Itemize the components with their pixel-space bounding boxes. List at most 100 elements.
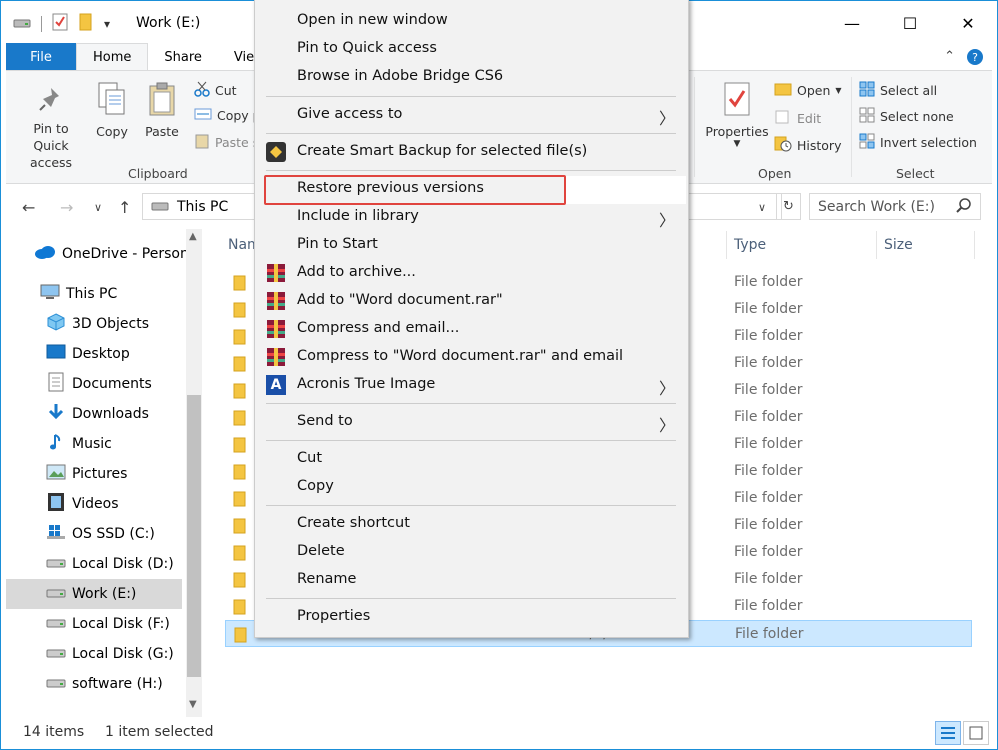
open-button[interactable]: Open ▼ [774,81,842,100]
tab-share[interactable]: Share [148,43,218,71]
large-icons-view-button[interactable] [963,721,989,745]
search-input[interactable]: Search Work (E:) [809,193,981,220]
menu-item-give-access[interactable]: Give access to 〉 [256,101,687,129]
tab-file[interactable]: File [6,43,76,71]
menu-item-browse-bridge[interactable]: Browse in Adobe Bridge CS6 [256,63,687,91]
address-path[interactable]: This PC [177,199,228,215]
back-button[interactable]: ← [22,198,35,217]
menu-item-compress-rar-email[interactable]: Compress to "Word document.rar" and emai… [256,343,687,371]
folder-icon [233,383,247,403]
file-type: File folder [734,355,803,371]
new-folder-icon[interactable] [78,13,94,35]
menu-item-create-shortcut[interactable]: Create shortcut [256,510,687,538]
smart-backup-icon [266,142,286,162]
minimize-button[interactable]: — [823,1,881,45]
menu-item-label: Include in library [297,208,419,224]
paste-shortcut-button[interactable]: Paste s [194,133,259,152]
cut-button[interactable]: Cut [194,81,237,100]
paste-shortcut-label: Paste s [215,135,260,150]
menu-separator [266,440,676,441]
menu-item-properties[interactable]: Properties [256,603,687,631]
menu-item-include-library[interactable]: Include in library 〉 [256,203,687,231]
file-type: File folder [734,409,803,425]
desktop-icon [46,343,66,365]
menu-item-pin-start[interactable]: Pin to Start [256,231,687,259]
forward-button[interactable]: → [60,198,73,217]
up-button[interactable]: ↑ [118,198,131,217]
menu-item-label: Acronis True Image [297,376,436,392]
column-header-type[interactable]: Type [734,231,766,259]
computer-icon [40,284,60,304]
properties-icon [704,81,770,120]
ribbon-right-controls: ⌃ ? [944,49,983,65]
quick-access-toolbar: ▾ [13,13,110,35]
drive-icon[interactable] [13,15,31,33]
context-menu: Open in new window Pin to Quick access B… [254,0,689,638]
properties-label: Properties [705,124,769,139]
tab-home[interactable]: Home [76,43,149,71]
qat-dropdown-icon[interactable]: ▾ [104,17,110,31]
maximize-button[interactable]: ☐ [881,1,939,45]
menu-item-cut[interactable]: Cut [256,445,687,473]
address-dropdown-button[interactable]: ∨ [758,201,766,214]
menu-item-copy[interactable]: Copy [256,473,687,501]
properties-button[interactable]: Properties ▼ [704,81,770,149]
download-icon [46,402,66,426]
chevron-down-icon: ▼ [733,139,741,149]
drive-icon [46,555,66,573]
select-none-button[interactable]: Select none [859,107,954,126]
menu-hover-extension [566,176,686,204]
menu-item-delete[interactable]: Delete [256,538,687,566]
copy-path-button[interactable]: Copy p [194,107,261,124]
invert-selection-button[interactable]: Invert selection [859,133,977,152]
file-type: File folder [734,598,803,614]
menu-item-send-to[interactable]: Send to 〉 [256,408,687,436]
column-header-size[interactable]: Size [884,231,913,259]
menu-item-rename[interactable]: Rename [256,566,687,594]
file-type: File folder [734,544,803,560]
properties-check-icon[interactable] [52,13,68,35]
nav-item-work-e[interactable]: Work (E:) [6,579,182,609]
menu-item-pin-quick-access[interactable]: Pin to Quick access [256,35,687,63]
menu-item-smart-backup[interactable]: Create Smart Backup for selected file(s) [256,138,687,166]
menu-item-label: Open in new window [297,12,448,28]
edit-label: Edit [797,111,822,126]
refresh-button[interactable]: ↻ [776,193,801,220]
paste-button[interactable]: Paste [142,81,182,139]
paste-icon [142,81,182,120]
menu-separator [266,598,676,599]
select-all-button[interactable]: Select all [859,81,937,100]
menu-separator [266,403,676,404]
file-type: File folder [734,301,803,317]
menu-item-compress-email[interactable]: Compress and email... [256,315,687,343]
scroll-down-icon[interactable]: ▼ [189,699,197,710]
nav-item-label: Local Disk (G:) [72,646,174,662]
edit-button[interactable]: Edit [774,109,821,128]
recent-locations-button[interactable]: ∨ [94,201,102,214]
nav-item-label: 3D Objects [72,316,150,332]
invert-selection-icon [859,133,875,152]
details-view-button[interactable] [935,721,961,745]
search-icon [956,198,972,218]
scrollbar-thumb[interactable] [187,395,201,677]
pin-quick-access-button[interactable]: Pin to Quick access [14,85,88,171]
history-button[interactable]: History [774,135,841,156]
menu-item-open-new-window[interactable]: Open in new window [256,7,687,35]
menu-item-label: Compress and email... [297,320,460,336]
drive-icon [46,675,66,693]
nav-pane-scrollbar[interactable]: ▲ ▼ [186,229,202,717]
close-button[interactable]: ✕ [939,1,997,45]
nav-item-onedrive[interactable]: OneDrive - Person [34,239,210,269]
menu-item-add-archive[interactable]: Add to archive... [256,259,687,287]
copy-button[interactable]: Copy [92,81,132,139]
ribbon-tabs: File Home Share View [6,43,281,71]
ribbon-expand-button[interactable]: ⌃ [944,49,955,65]
menu-item-add-rar[interactable]: Add to "Word document.rar" [256,287,687,315]
folder-icon [233,545,247,565]
menu-item-acronis[interactable]: A Acronis True Image 〉 [256,371,687,399]
help-icon[interactable]: ? [967,49,983,65]
column-separator [974,231,975,259]
nav-item-label: OneDrive - Person [62,246,189,262]
scroll-up-icon[interactable]: ▲ [189,231,197,242]
picture-icon [46,463,66,485]
